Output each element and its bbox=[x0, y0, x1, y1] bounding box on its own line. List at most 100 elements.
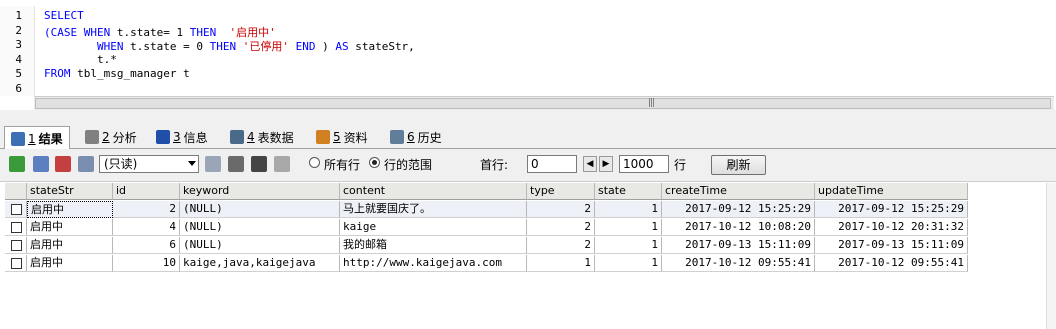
code-token: THEN bbox=[209, 40, 243, 53]
pane-splitter[interactable] bbox=[0, 110, 1056, 125]
save-changes-icon[interactable] bbox=[33, 156, 49, 172]
rows-suffix-label: 行 bbox=[674, 158, 687, 172]
next-page-button[interactable]: ▶ bbox=[599, 156, 613, 172]
tab-label: 历史 bbox=[417, 130, 442, 145]
code-token: '已停用' bbox=[242, 40, 296, 53]
cell-type[interactable]: 2 bbox=[527, 219, 595, 236]
delete-row-icon[interactable] bbox=[55, 156, 71, 172]
select-all-corner[interactable] bbox=[5, 183, 27, 200]
cell-id[interactable]: 10 bbox=[113, 255, 180, 272]
tab-分析[interactable]: 2 分析 bbox=[79, 126, 143, 148]
sql-editor[interactable]: 123456 SELECT (CASE WHEN t.state= 1 THEN … bbox=[0, 6, 1056, 96]
cell-stateStr[interactable]: 启用中 bbox=[27, 219, 113, 236]
prev-page-button[interactable]: ◀ bbox=[583, 156, 597, 172]
cell-content[interactable]: http://www.kaigejava.com bbox=[340, 255, 527, 272]
first-row-input[interactable]: 0 bbox=[527, 155, 577, 173]
tab-结果[interactable]: 1 结果 bbox=[4, 126, 70, 150]
cell-id[interactable]: 2 bbox=[113, 201, 180, 218]
cell-keyword[interactable]: kaige,java,kaigejava bbox=[180, 255, 340, 272]
column-header-content[interactable]: content bbox=[340, 183, 527, 200]
line-number: 5 bbox=[15, 67, 22, 80]
mode-select[interactable]: (只读) bbox=[99, 155, 199, 173]
result-tabs: 1 结果 2 分析 3 信息 4 表数据 5 资料 6 历史 bbox=[0, 124, 1056, 150]
column-header-state[interactable]: state bbox=[595, 183, 662, 200]
column-header-updateTime[interactable]: updateTime bbox=[815, 183, 968, 200]
cell-stateStr[interactable]: 启用中 bbox=[27, 255, 113, 272]
tab-信息[interactable]: 3 信息 bbox=[150, 126, 214, 148]
tab-label: 分析 bbox=[112, 130, 137, 145]
row-checkbox[interactable] bbox=[11, 204, 22, 215]
line-number: 6 bbox=[15, 81, 22, 95]
tab-number: 2 bbox=[102, 130, 110, 144]
cell-keyword[interactable]: (NULL) bbox=[180, 201, 340, 218]
column-header-stateStr[interactable]: stateStr bbox=[27, 183, 113, 200]
cell-createTime[interactable]: 2017-09-12 15:25:29 bbox=[662, 201, 815, 218]
cell-createTime[interactable]: 2017-10-12 10:08:20 bbox=[662, 219, 815, 236]
export-icon[interactable] bbox=[205, 156, 221, 172]
cell-createTime[interactable]: 2017-10-12 09:55:41 bbox=[662, 255, 815, 272]
code-token: FROM bbox=[44, 67, 78, 80]
cell-updateTime[interactable]: 2017-09-13 15:11:09 bbox=[815, 237, 968, 254]
info-chart-icon bbox=[316, 130, 330, 144]
cell-id[interactable]: 4 bbox=[113, 219, 180, 236]
radio-row-range-label: 行的范围 bbox=[384, 158, 433, 172]
table-row[interactable]: 启用中 4 (NULL) kaige 2 1 2017-10-12 10:08:20 2017… bbox=[5, 219, 968, 236]
cell-keyword[interactable]: (NULL) bbox=[180, 219, 340, 236]
cell-type[interactable]: 1 bbox=[527, 255, 595, 272]
cell-updateTime[interactable]: 2017-10-12 20:31:32 bbox=[815, 219, 968, 236]
cell-content[interactable]: 马上就要国庆了。 bbox=[340, 201, 527, 218]
cell-type[interactable]: 2 bbox=[527, 201, 595, 218]
cell-content[interactable]: kaige bbox=[340, 219, 527, 236]
column-header-type[interactable]: type bbox=[527, 183, 595, 200]
tab-资料[interactable]: 5 资料 bbox=[310, 126, 374, 148]
table-row[interactable]: 启用中 6 (NULL) 我的邮箱 2 1 2017-09-13 15:11:09 2017-… bbox=[5, 237, 968, 254]
cell-stateStr[interactable]: 启用中 bbox=[27, 201, 113, 218]
table-row[interactable]: 启用中 10 kaige,java,kaigejava http://www.kaig… bbox=[5, 255, 968, 272]
result-toolbar: (只读) 所有行 行的范围 首行: 0 ◀ ▶ 1000 行 刷新 bbox=[0, 149, 1056, 182]
floppy-save-icon[interactable] bbox=[228, 156, 244, 172]
cancel-changes-icon[interactable] bbox=[274, 156, 290, 172]
code-line[interactable]: SELECT bbox=[44, 9, 84, 22]
cell-state[interactable]: 1 bbox=[595, 201, 662, 218]
code-line[interactable]: FROM tbl_msg_manager t bbox=[44, 67, 190, 80]
row-checkbox[interactable] bbox=[11, 222, 22, 233]
cell-stateStr[interactable]: 启用中 bbox=[27, 237, 113, 254]
cell-state[interactable]: 1 bbox=[595, 255, 662, 272]
tab-number: 4 bbox=[247, 130, 255, 144]
row-checkbox[interactable] bbox=[11, 240, 22, 251]
column-header-createTime[interactable]: createTime bbox=[662, 183, 815, 200]
code-line[interactable]: t.* bbox=[44, 53, 117, 66]
cell-state[interactable]: 1 bbox=[595, 219, 662, 236]
cell-createTime[interactable]: 2017-09-13 15:11:09 bbox=[662, 237, 815, 254]
tab-label: 结果 bbox=[38, 132, 63, 146]
line-number: 4 bbox=[15, 52, 22, 66]
tab-label: 信息 bbox=[183, 130, 208, 145]
refresh-button[interactable]: 刷新 bbox=[711, 155, 766, 175]
code-token: t.state = 0 bbox=[130, 40, 210, 53]
cell-keyword[interactable]: (NULL) bbox=[180, 237, 340, 254]
row-checkbox[interactable] bbox=[11, 258, 22, 269]
row-count-input[interactable]: 1000 bbox=[619, 155, 669, 173]
cell-updateTime[interactable]: 2017-10-12 09:55:41 bbox=[815, 255, 968, 272]
cell-state[interactable]: 1 bbox=[595, 237, 662, 254]
scrollbar-thumb[interactable]: ||| bbox=[35, 98, 1051, 109]
editor-horizontal-scrollbar[interactable]: ||| bbox=[34, 96, 1054, 111]
tab-历史[interactable]: 6 历史 bbox=[384, 126, 448, 148]
cell-updateTime[interactable]: 2017-09-12 15:25:29 bbox=[815, 201, 968, 218]
copy-row-icon[interactable] bbox=[78, 156, 94, 172]
insert-row-icon[interactable] bbox=[9, 156, 25, 172]
radio-row-range[interactable] bbox=[369, 157, 380, 168]
code-token: THEN bbox=[189, 25, 230, 39]
row-selector bbox=[5, 237, 27, 254]
cell-id[interactable]: 6 bbox=[113, 237, 180, 254]
cell-type[interactable]: 2 bbox=[527, 237, 595, 254]
tab-表数据[interactable]: 4 表数据 bbox=[224, 126, 300, 148]
table-row[interactable]: 启用中 2 (NULL) 马上就要国庆了。 2 1 2017-09-12 15:25:29 2… bbox=[5, 201, 968, 218]
column-header-id[interactable]: id bbox=[113, 183, 180, 200]
column-header-keyword[interactable]: keyword bbox=[180, 183, 340, 200]
first-row-label: 首行: bbox=[480, 158, 509, 172]
grid-vertical-scrollbar[interactable] bbox=[1046, 183, 1056, 329]
trash-icon[interactable] bbox=[251, 156, 267, 172]
radio-all-rows[interactable] bbox=[309, 157, 320, 168]
cell-content[interactable]: 我的邮箱 bbox=[340, 237, 527, 254]
